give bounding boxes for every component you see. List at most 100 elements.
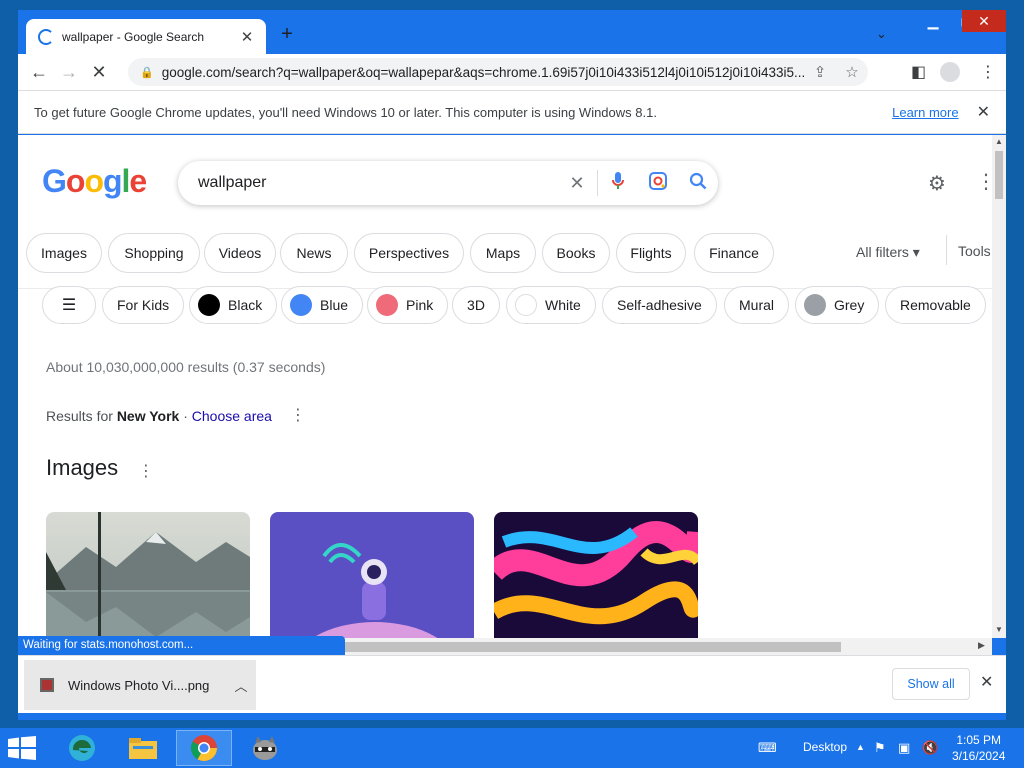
taskbar-file-explorer-icon[interactable] bbox=[115, 730, 171, 766]
close-window-button[interactable]: ✕ bbox=[962, 10, 1006, 32]
settings-gear-icon[interactable]: ⚙ bbox=[928, 171, 946, 196]
refine-chip-for-kids[interactable]: For Kids bbox=[102, 286, 185, 324]
tab-images[interactable]: Images bbox=[26, 233, 102, 273]
refine-settings-chip[interactable]: ☰ bbox=[42, 286, 96, 324]
refine-chip-mural[interactable]: Mural bbox=[724, 286, 790, 324]
tab-search-chevron-icon[interactable]: ⌄ bbox=[876, 26, 887, 42]
browser-toolbar: ← → ✕ 🔒 google.com/search?q=wallpaper&oq… bbox=[18, 54, 1006, 90]
action-center-flag-icon[interactable]: ⚑ bbox=[874, 740, 886, 756]
choose-area-link[interactable]: Choose area bbox=[192, 408, 272, 424]
download-item[interactable]: Windows Photo Vi....png ︿ bbox=[24, 660, 256, 710]
refine-chip-self-adhesive[interactable]: Self-adhesive bbox=[602, 286, 717, 324]
forward-arrow-icon[interactable]: → bbox=[54, 62, 84, 83]
back-arrow-icon[interactable]: ← bbox=[24, 62, 54, 83]
download-bar-close-icon[interactable]: ✕ bbox=[980, 672, 993, 692]
learn-more-link[interactable]: Learn more bbox=[892, 105, 958, 120]
download-bar: Windows Photo Vi....png ︿ Show all ✕ bbox=[18, 655, 1006, 713]
tab-books[interactable]: Books bbox=[542, 233, 610, 273]
infobar-close-icon[interactable]: ✕ bbox=[977, 102, 990, 122]
bookmark-star-icon[interactable]: ☆ bbox=[836, 63, 868, 81]
chevron-up-icon[interactable]: ︿ bbox=[226, 676, 256, 695]
browser-tab[interactable]: wallpaper - Google Search ✕ bbox=[26, 19, 266, 54]
windows-taskbar: ⌨ Desktop ▲ ⚑ ▣ 🔇 1:05 PM 3/16/2024 bbox=[0, 728, 1024, 768]
google-logo[interactable]: Google bbox=[42, 163, 147, 200]
horizontal-scroll-thumb[interactable] bbox=[345, 642, 841, 652]
status-bubble: Waiting for stats.monohost.com... bbox=[18, 636, 345, 656]
new-tab-button[interactable]: + bbox=[274, 23, 300, 46]
address-bar[interactable]: 🔒 google.com/search?q=wallpaper&oq=walla… bbox=[128, 58, 868, 86]
result-stats: About 10,030,000,000 results (0.37 secon… bbox=[46, 359, 326, 375]
scroll-up-arrow-icon[interactable]: ▲ bbox=[992, 137, 1006, 146]
tab-finance[interactable]: Finance bbox=[694, 233, 774, 273]
refine-chip-pink[interactable]: Pink bbox=[367, 286, 449, 324]
tab-shopping[interactable]: Shopping bbox=[108, 233, 200, 273]
profile-avatar-icon[interactable] bbox=[940, 62, 960, 82]
image-result-mountain-lake[interactable] bbox=[46, 512, 250, 638]
vertical-scroll-thumb[interactable] bbox=[995, 151, 1003, 199]
microphone-icon[interactable] bbox=[598, 171, 638, 196]
minimize-button[interactable]: ▁ bbox=[916, 10, 950, 32]
taskbar-raccoon-app-icon[interactable] bbox=[237, 730, 293, 766]
search-box[interactable]: wallpaper ✕ bbox=[178, 161, 718, 205]
tab-title: wallpaper - Google Search bbox=[62, 29, 205, 44]
filter-tabs-row: Images Shopping Videos News Perspectives… bbox=[18, 219, 992, 289]
infobar-message: To get future Google Chrome updates, you… bbox=[34, 104, 657, 120]
refine-chip-grey[interactable]: Grey bbox=[795, 286, 880, 324]
volume-muted-icon[interactable]: 🔇 bbox=[922, 740, 938, 756]
vertical-scrollbar[interactable]: ▲ ▼ bbox=[992, 135, 1006, 638]
scroll-right-arrow-icon[interactable]: ▶ bbox=[978, 640, 985, 651]
keyboard-icon[interactable]: ⌨ bbox=[758, 740, 777, 756]
clock-time: 1:05 PM bbox=[956, 733, 1002, 747]
lock-icon: 🔒 bbox=[140, 66, 154, 79]
image-result-astronaut[interactable] bbox=[270, 512, 474, 638]
download-filename: Windows Photo Vi....png bbox=[68, 677, 210, 693]
location-city: New York bbox=[116, 408, 180, 424]
refine-chip-removable[interactable]: Removable bbox=[885, 286, 986, 324]
windows-start-icon[interactable] bbox=[8, 736, 36, 760]
location-more-icon[interactable]: ⋮ bbox=[290, 405, 306, 425]
location-line: Results for New York · Choose area bbox=[46, 408, 272, 424]
desktop-toolbar-label[interactable]: Desktop bbox=[803, 740, 847, 754]
taskbar-chrome-icon[interactable] bbox=[176, 730, 232, 766]
refine-chip-3d[interactable]: 3D bbox=[452, 286, 500, 324]
update-infobar: To get future Google Chrome updates, you… bbox=[18, 90, 1006, 134]
image-result-abstract-swirl[interactable] bbox=[494, 512, 698, 638]
system-clock[interactable]: 1:05 PM 3/16/2024 bbox=[952, 732, 1005, 764]
tab-perspectives[interactable]: Perspectives bbox=[354, 233, 464, 273]
tab-flights[interactable]: Flights bbox=[616, 233, 686, 273]
all-filters-dropdown[interactable]: All filters ▾ bbox=[856, 244, 920, 261]
stop-reload-icon[interactable]: ✕ bbox=[84, 62, 114, 83]
address-url[interactable]: google.com/search?q=wallpaper&oq=wallape… bbox=[162, 65, 804, 80]
tab-close-icon[interactable]: ✕ bbox=[238, 28, 256, 46]
search-input[interactable]: wallpaper bbox=[198, 174, 557, 192]
taskbar-edge-icon[interactable] bbox=[54, 730, 110, 766]
tools-button[interactable]: Tools bbox=[958, 243, 991, 259]
image-file-icon bbox=[40, 678, 54, 692]
side-panel-icon[interactable]: ◧ bbox=[911, 62, 926, 82]
color-swatch bbox=[804, 294, 826, 316]
show-all-button[interactable]: Show all bbox=[892, 668, 970, 700]
chevron-up-icon[interactable]: ▲ bbox=[856, 742, 865, 752]
refine-chip-black[interactable]: Black bbox=[189, 286, 278, 324]
share-icon[interactable]: ⇪ bbox=[804, 63, 836, 81]
filters-divider bbox=[946, 235, 947, 265]
google-apps-grid-icon[interactable]: ⋮⋮⋮ bbox=[976, 169, 992, 194]
search-results-page: Google wallpaper ✕ ⚙ ⋮⋮⋮ Images Shopping… bbox=[18, 135, 992, 638]
sliders-icon: ☰ bbox=[61, 297, 77, 314]
menu-kebab-icon[interactable]: ⋮ bbox=[980, 62, 996, 82]
tab-news[interactable]: News bbox=[280, 233, 348, 273]
chrome-window: wallpaper - Google Search ✕ + ⌄ ▁ ▢ ✕ ← … bbox=[18, 10, 1006, 720]
refine-chip-white[interactable]: White bbox=[506, 286, 596, 324]
scroll-down-arrow-icon[interactable]: ▼ bbox=[992, 625, 1006, 634]
color-swatch bbox=[198, 294, 220, 316]
clear-icon[interactable]: ✕ bbox=[557, 173, 597, 194]
refine-chip-blue[interactable]: Blue bbox=[281, 286, 364, 324]
tab-maps[interactable]: Maps bbox=[470, 233, 536, 273]
color-swatch bbox=[515, 294, 537, 316]
search-icon[interactable] bbox=[678, 172, 718, 195]
loading-spinner-icon bbox=[38, 28, 54, 45]
tab-videos[interactable]: Videos bbox=[204, 233, 276, 273]
lens-camera-icon[interactable] bbox=[638, 171, 678, 196]
images-more-icon[interactable]: ⋮ bbox=[138, 461, 154, 481]
network-icon[interactable]: ▣ bbox=[898, 740, 910, 756]
